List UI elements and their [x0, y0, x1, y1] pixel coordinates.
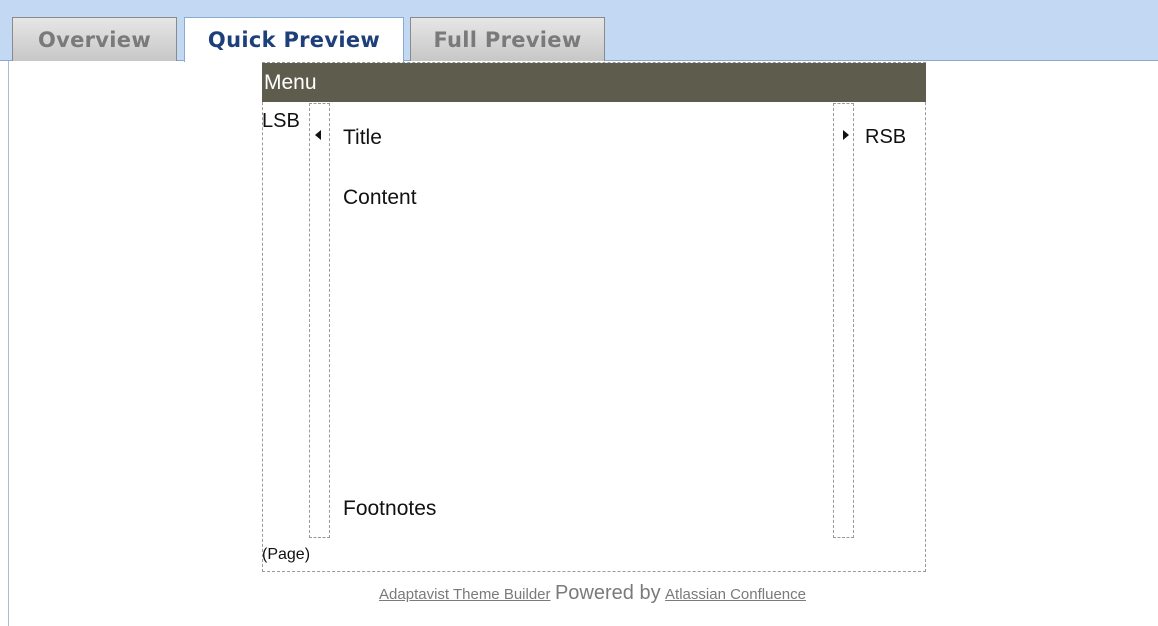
adaptavist-theme-builder-link[interactable]: Adaptavist Theme Builder — [379, 586, 550, 603]
footer: Adaptavist Theme Builder Powered by Atla… — [0, 582, 1158, 605]
left-sidebar-toggle-column — [309, 103, 330, 538]
tab-full-preview[interactable]: Full Preview — [410, 17, 605, 61]
powered-by-text: Powered by — [554, 582, 661, 604]
content-region: Content — [343, 186, 417, 209]
atlassian-confluence-link[interactable]: Atlassian Confluence — [665, 586, 806, 603]
collapse-left-arrow-icon[interactable] — [315, 130, 321, 140]
tab-quick-preview[interactable]: Quick Preview — [184, 17, 404, 62]
title-region: Title — [343, 126, 382, 149]
content-panel-border — [8, 61, 9, 626]
menu-bar: Menu — [262, 63, 926, 102]
left-sidebar-label: LSB — [262, 110, 300, 132]
tab-overview[interactable]: Overview — [12, 17, 177, 61]
right-sidebar-toggle-column — [833, 103, 854, 538]
collapse-right-arrow-icon[interactable] — [843, 130, 849, 140]
footnotes-region: Footnotes — [343, 497, 437, 520]
right-sidebar-label: RSB — [865, 126, 907, 148]
page-region-label: (Page) — [262, 546, 311, 563]
